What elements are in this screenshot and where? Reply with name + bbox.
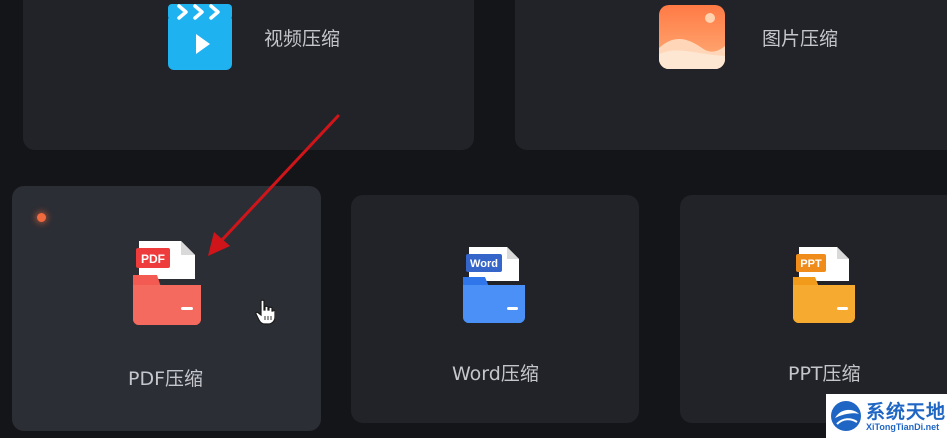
word-compress-card[interactable]: Word Word压缩 — [351, 195, 639, 423]
ppt-file-icon: PPT — [793, 247, 855, 323]
video-clapperboard-icon — [168, 4, 232, 70]
image-compress-card[interactable]: 图片压缩 — [515, 0, 947, 150]
image-picture-icon — [659, 5, 725, 69]
watermark-url: XiTongTianDi.net — [866, 422, 940, 432]
image-compress-label: 图片压缩 — [762, 28, 839, 50]
ppt-compress-label: PPT压缩 — [788, 363, 861, 385]
hand-cursor-icon — [255, 299, 275, 325]
watermark-title: 系统天地 — [866, 401, 947, 423]
new-indicator-dot — [37, 213, 46, 222]
pdf-file-icon: PDF — [133, 241, 201, 325]
video-compress-card[interactable]: 视频压缩 — [23, 0, 474, 150]
word-compress-label: Word压缩 — [452, 363, 539, 385]
pdf-badge-text: PDF — [141, 252, 165, 266]
ppt-compress-card[interactable]: PPT PPT压缩 — [680, 195, 947, 423]
video-compress-label: 视频压缩 — [264, 28, 341, 50]
pdf-compress-label: PDF压缩 — [128, 368, 204, 390]
word-file-icon: Word — [463, 247, 525, 323]
word-badge-text: Word — [470, 258, 498, 270]
watermark-logo-icon — [831, 401, 861, 431]
site-watermark: 系统天地 XiTongTianDi.net — [826, 394, 947, 438]
ppt-badge-text: PPT — [800, 258, 822, 270]
